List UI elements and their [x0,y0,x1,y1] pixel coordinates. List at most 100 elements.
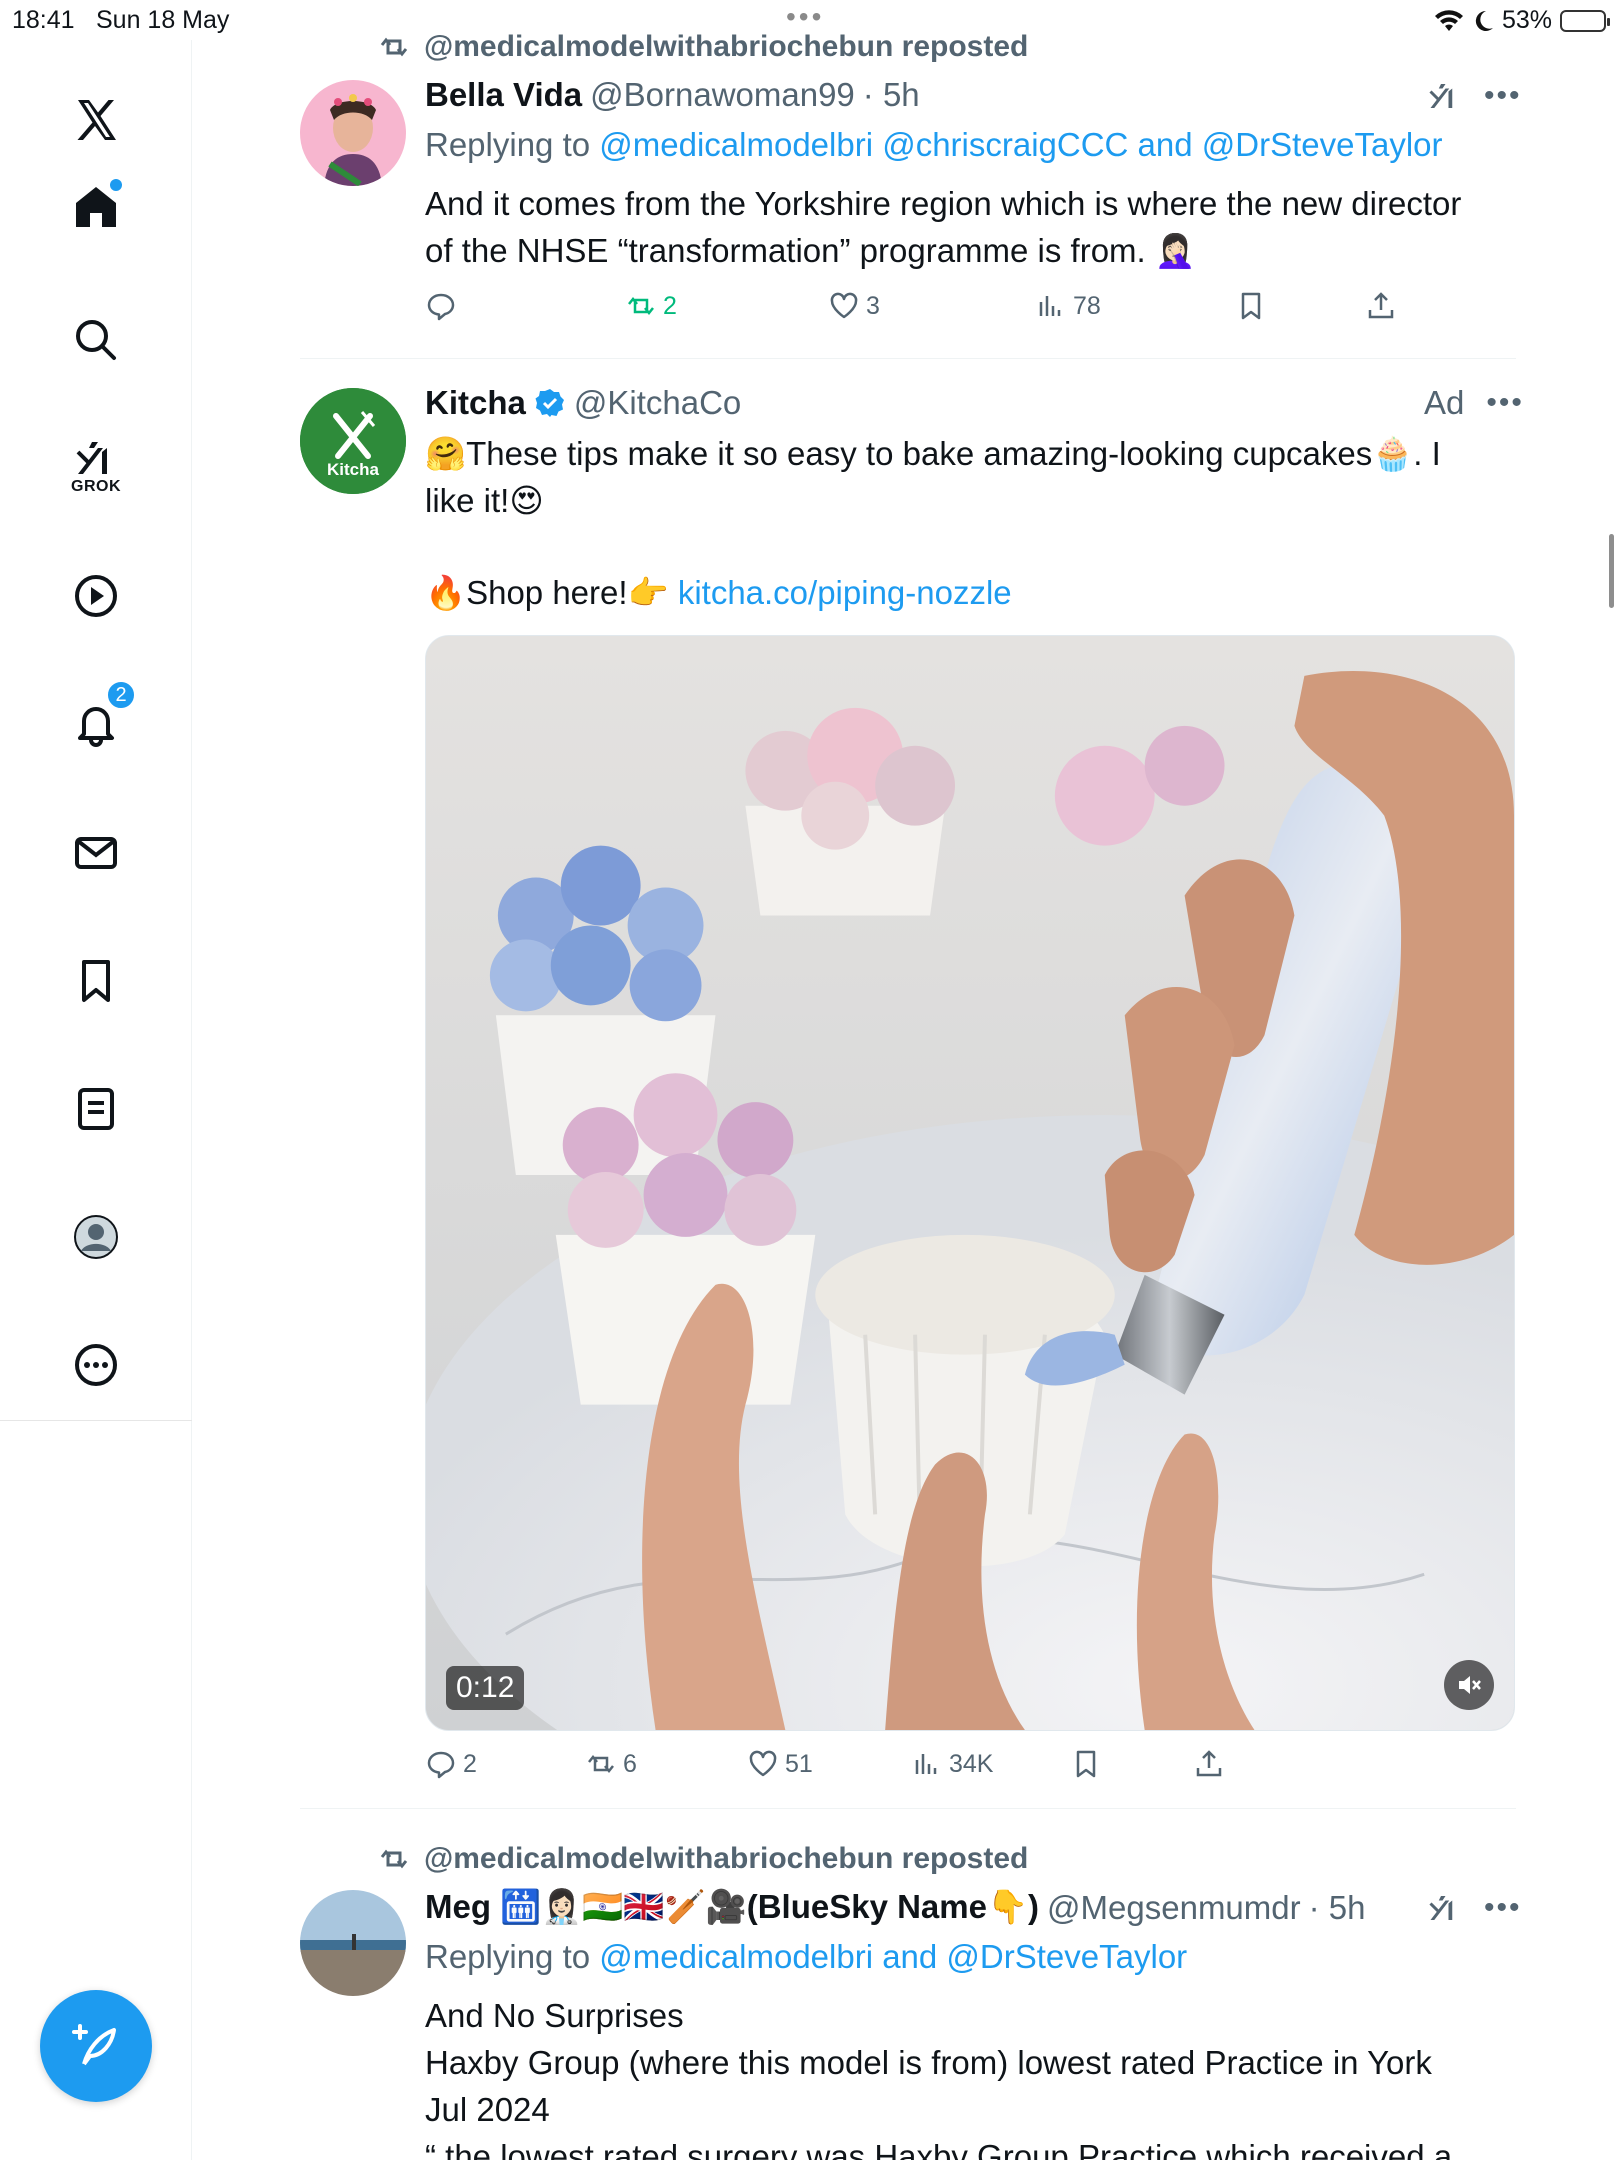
author-handle[interactable]: @KitchaCo [574,384,741,422]
reply-icon [427,1751,455,1779]
replying-to: Replying to @medicalmodelbri and @DrStev… [425,1938,1187,1976]
replying-to-prefix: Replying to [425,1938,600,1975]
author-name[interactable]: Meg 🛗👩🏻‍⚕️🇮🇳🇬🇧🏏🎥(BlueSky Name👇) [425,1888,1039,1927]
wifi-icon [1434,9,1463,31]
share-icon [1196,1750,1222,1777]
status-time: 18:41 [12,6,75,34]
avatar-meg[interactable] [300,1890,406,1996]
avatar-bella-vida[interactable] [300,80,406,186]
battery-icon [1560,9,1610,32]
tweet-text: 🤗These tips make it so easy to bake amaz… [425,430,1515,616]
tweet-actions: 2 3 78 [425,290,1425,334]
like-button[interactable]: 51 [747,1748,813,1780]
tweet-text: And No Surprises Haxby Group (where this… [425,1992,1515,2160]
repost-indicator: @medicalmodelwithabriochebun reposted [378,1842,1028,1876]
video-player[interactable]: 0:12 [425,635,1515,1731]
author-row: Meg 🛗👩🏻‍⚕️🇮🇳🇬🇧🏏🎥(BlueSky Name👇) @Megsenm… [425,1888,1366,1927]
search-icon[interactable] [66,310,126,370]
mute-toggle-button[interactable] [1444,1660,1494,1710]
like-button[interactable]: 3 [828,290,880,322]
lists-icon[interactable] [66,1079,126,1139]
tweet-separator [300,1808,1516,1809]
tweet-text-line: like it!😍 [425,482,544,519]
notifications-badge: 2 [106,680,136,710]
speaker-muted-icon [1459,1676,1481,1694]
author-name[interactable]: Bella Vida [425,76,582,114]
views-button[interactable]: 78 [1035,290,1101,322]
compose-feather-icon [72,2024,116,2066]
messages-envelope-icon[interactable] [66,823,126,883]
battery-percent: 53% [1501,6,1552,34]
more-options-icon[interactable] [66,1335,126,1395]
multitasking-dots[interactable]: ••• [786,3,824,31]
heart-icon [749,1750,777,1777]
tweet-text: And it comes from the Yorkshire region w… [425,180,1515,274]
tweet-top-actions: ••• [1426,78,1522,114]
repost-count: 6 [623,1749,637,1778]
grok-explain-icon[interactable] [1426,1890,1462,1926]
like-count: 51 [785,1749,813,1778]
moon-icon [1475,10,1493,31]
tweet-text-line: 🤗These tips make it so easy to bake amaz… [425,435,1441,472]
share-button[interactable] [1193,1748,1225,1780]
profile-avatar-icon[interactable] [66,1207,126,1267]
post-time: · 5h [1308,1888,1366,1926]
scroll-indicator[interactable] [1609,534,1614,608]
views-button[interactable]: 34K [911,1748,993,1780]
bookmarks-icon[interactable] [66,951,126,1011]
author-row: Kitcha @KitchaCo [425,384,741,422]
like-count: 3 [866,291,880,320]
tweet-text-line: Jul 2024 [425,2091,550,2128]
bookmark-button[interactable] [1070,1748,1102,1780]
repost-icon [628,296,654,316]
reply-button[interactable] [425,290,457,322]
repost-count: 2 [663,291,677,320]
tweet-text-line: And No Surprises [425,1997,684,2034]
tweet-text-line: “ the lowest rated surgery was Haxby Gro… [425,2138,1453,2160]
shop-link[interactable]: kitcha.co/piping-nozzle [678,574,1012,611]
repost-icon [380,37,408,57]
repost-label: @medicalmodelwithabriochebun reposted [424,30,1029,63]
tweet-text-line: Haxby Group (where this model is from) l… [425,2044,1432,2081]
status-right: 53% [1434,6,1610,35]
post-time: · 5h [862,76,920,113]
grok-icon[interactable]: GROK [66,428,126,495]
tweet-top-actions: ••• [1426,1890,1522,1926]
views-chart-icon [915,1754,937,1774]
reply-button[interactable]: 2 [425,1748,477,1780]
compose-post-button[interactable] [40,1990,152,2102]
repost-button[interactable]: 2 [625,290,677,322]
repost-icon [588,1754,614,1774]
kitcha-logo-text: Kitcha [327,460,379,479]
video-frame-image [426,636,1514,1730]
video-play-icon[interactable] [66,566,126,626]
repost-button[interactable]: 6 [585,1748,637,1780]
video-duration: 0:12 [446,1666,525,1710]
more-menu-icon[interactable]: ••• [1484,81,1522,111]
grok-explain-icon[interactable] [1426,78,1462,114]
author-name[interactable]: Kitcha [425,384,526,422]
replying-to-handles[interactable]: @medicalmodelbri @chriscraigCCC and @DrS… [599,126,1442,163]
ad-label: Ad [1424,384,1465,421]
tweet-actions: 2 6 51 34K [425,1748,1325,1792]
avatar-kitcha[interactable]: Kitcha [300,388,406,494]
x-logo-icon[interactable] [66,90,126,150]
replying-to-prefix: Replying to [425,126,600,163]
tweet-text-line: of the NHSE “transformation” programme i… [425,232,1196,269]
more-menu-icon[interactable]: ••• [1486,388,1524,418]
views-chart-icon [1039,296,1061,316]
tweet-separator [300,358,1516,359]
replying-to-handles[interactable]: @medicalmodelbri and @DrSteveTaylor [599,1938,1187,1975]
repost-icon [380,1849,408,1869]
author-handle[interactable]: @Megsenmumdr [1047,1889,1301,1927]
home-icon[interactable] [66,177,126,237]
bookmark-button[interactable] [1235,290,1267,322]
replying-to: Replying to @medicalmodelbri @chriscraig… [425,126,1443,164]
verified-badge-icon [535,389,564,417]
share-button[interactable] [1365,290,1397,322]
more-menu-icon[interactable]: ••• [1484,1893,1522,1923]
notifications-bell-icon[interactable]: 2 [66,680,136,754]
status-date: Sun 18 May [96,6,230,34]
author-handle[interactable]: @Bornawoman99 [590,76,855,114]
view-count: 78 [1073,291,1101,320]
